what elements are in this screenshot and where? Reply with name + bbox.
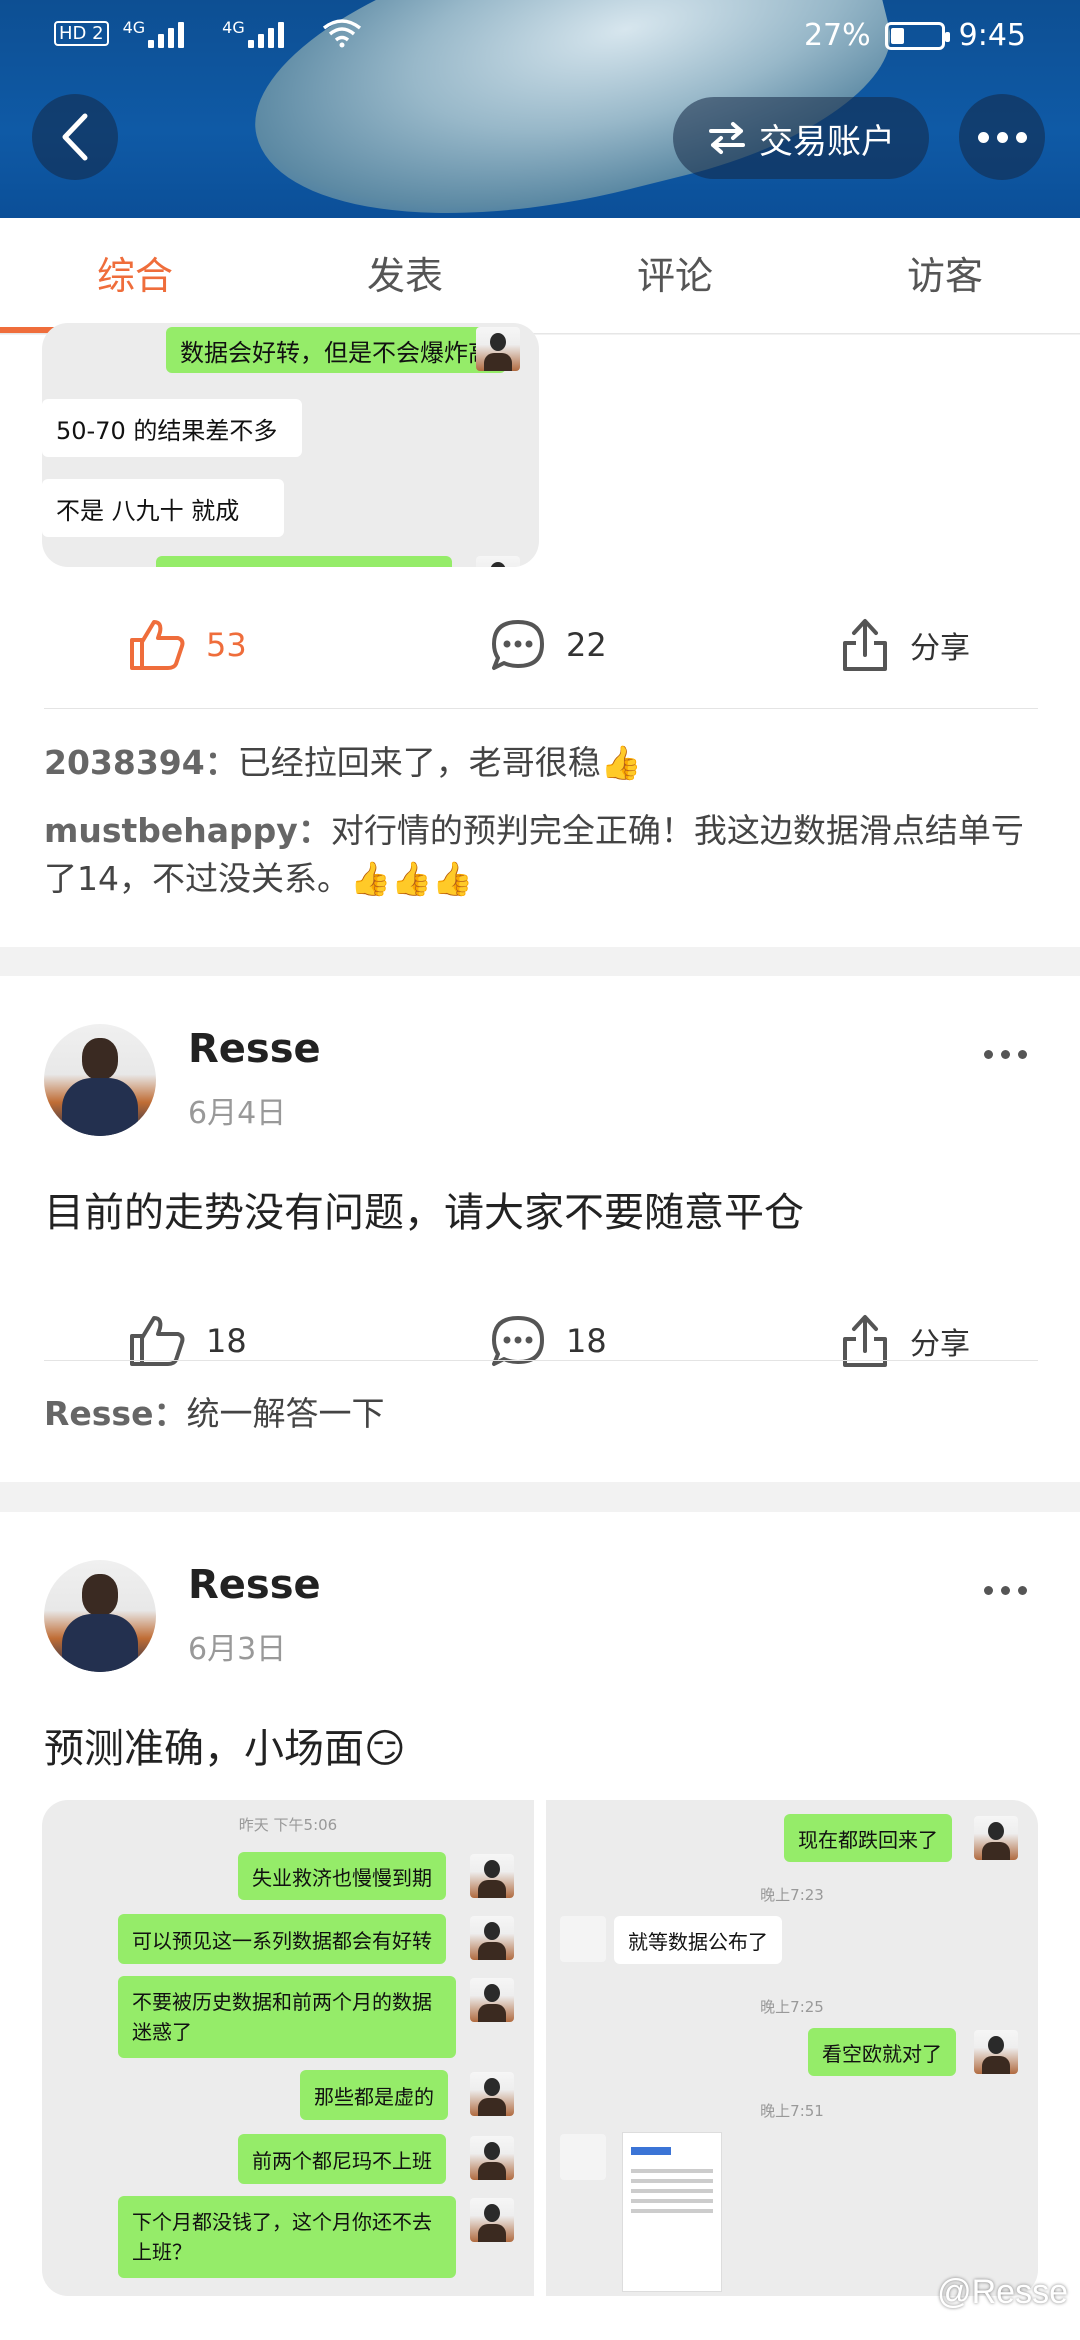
- tab-visitors[interactable]: 访客: [810, 218, 1080, 333]
- post-more-button[interactable]: [984, 1050, 1027, 1059]
- chat-avatar: [470, 1978, 514, 2022]
- chat-bubble: 不是 八九十 就成: [42, 479, 284, 537]
- chat-bubble: [156, 556, 452, 567]
- comment-author: Resse：: [44, 1394, 187, 1433]
- comment-button[interactable]: 22: [490, 600, 607, 690]
- comment-author: mustbehappy：: [44, 811, 331, 850]
- comment-bubble-icon: [492, 620, 544, 670]
- trade-account-label: 交易账户: [759, 121, 895, 162]
- share-icon: [843, 619, 887, 671]
- comment-item[interactable]: Resse：统一解答一下: [44, 1390, 1044, 1438]
- post-image[interactable]: 现在都跌回来了 晚上7:23 就等数据公布了 晚上7:25 看空欧就对了 晚上7…: [546, 1800, 1038, 2296]
- status-bar: HD 2 4G 4G 27% 9:45: [0, 18, 1080, 60]
- post-date: 6月3日: [188, 1632, 287, 1667]
- post-text: 预测准确，小场面😏: [44, 1726, 406, 1772]
- more-options-button[interactable]: [959, 94, 1045, 180]
- weibo-watermark: @Resse: [937, 2273, 1068, 2311]
- divider: [44, 1360, 1038, 1361]
- chat-bubble: 数据会好转，但是不会爆炸高: [166, 327, 506, 373]
- comment-item[interactable]: mustbehappy：对行情的预判完全正确！我这边数据滑点结单亏了14，不过没…: [44, 807, 1044, 903]
- chat-avatar: [470, 2136, 514, 2180]
- post-card: 数据会好转，但是不会爆炸高 50-70 的结果差不多 不是 八九十 就成 53 …: [0, 323, 1080, 947]
- post-actions: 18 18 分享: [0, 1296, 1080, 1386]
- divider: [44, 708, 1038, 709]
- post-actions: 53 22 分享: [0, 600, 1080, 690]
- chat-bubble: 不要被历史数据和前两个月的数据迷惑了: [118, 1976, 456, 2058]
- chat-image-thumbnail: [622, 2132, 722, 2292]
- profile-header: HD 2 4G 4G 27% 9:45 交易账户: [0, 0, 1080, 218]
- trade-account-button[interactable]: 交易账户: [673, 97, 929, 179]
- avatar[interactable]: [44, 1024, 156, 1136]
- tab-comments[interactable]: 评论: [540, 218, 810, 333]
- post-more-button[interactable]: [984, 1586, 1027, 1595]
- comment-count: 22: [566, 626, 607, 664]
- tab-overview[interactable]: 综合: [0, 218, 270, 333]
- chat-bubble: 可以预见这一系列数据都会有好转: [118, 1914, 446, 1964]
- chat-avatar: [560, 1916, 606, 1962]
- comment-button[interactable]: 18: [490, 1296, 607, 1386]
- post-card: Resse 6月4日 目前的走势没有问题，请大家不要随意平仓 18 18 分享: [0, 976, 1080, 1482]
- share-button[interactable]: 分享: [840, 600, 970, 690]
- profile-tabs: 综合 发表 评论 访客: [0, 218, 1080, 334]
- like-count: 53: [206, 626, 247, 664]
- chat-bubble: 失业救济也慢慢到期: [238, 1852, 446, 1900]
- battery-percent: 27%: [803, 18, 871, 53]
- comment-item[interactable]: 2038394：已经拉回来了，老哥很稳👍: [44, 739, 1044, 787]
- chat-bubble: 就等数据公布了: [614, 1916, 782, 1964]
- post-image[interactable]: 数据会好转，但是不会爆炸高 50-70 的结果差不多 不是 八九十 就成: [42, 323, 539, 567]
- comment-text: 已经拉回来了，老哥很稳👍: [237, 743, 642, 782]
- like-button[interactable]: 18: [128, 1296, 247, 1386]
- back-button[interactable]: [32, 94, 118, 180]
- chat-avatar: [560, 2134, 606, 2180]
- comment-author: 2038394：: [44, 743, 238, 782]
- chat-avatar: [974, 1816, 1018, 1860]
- post-author[interactable]: Resse: [188, 1026, 321, 1072]
- wifi-icon: [322, 19, 361, 48]
- chat-bubble: 现在都跌回来了: [784, 1814, 952, 1862]
- chat-timestamp: 昨天 下午5:06: [238, 1816, 338, 1834]
- post-text: 目前的走势没有问题，请大家不要随意平仓: [44, 1190, 804, 1236]
- chat-avatar: [470, 1916, 514, 1960]
- chat-timestamp: 晚上7:51: [760, 2102, 824, 2120]
- chat-avatar: [476, 327, 520, 371]
- chat-avatar: [476, 556, 520, 567]
- chat-bubble: 看空欧就对了: [808, 2028, 956, 2076]
- swap-icon: [709, 122, 745, 154]
- post-image[interactable]: 昨天 下午5:06 失业救济也慢慢到期 可以预见这一系列数据都会有好转 不要被历…: [42, 1800, 534, 2296]
- share-button[interactable]: 分享: [840, 1296, 970, 1386]
- chat-avatar: [470, 1854, 514, 1898]
- avatar[interactable]: [44, 1560, 156, 1672]
- chat-bubble: 下个月都没钱了，这个月你还不去上班？: [118, 2196, 456, 2278]
- chat-bubble: 50-70 的结果差不多: [42, 399, 302, 457]
- chat-avatar: [470, 2198, 514, 2242]
- post-date: 6月4日: [188, 1096, 287, 1131]
- like-count: 18: [206, 1322, 247, 1360]
- hd-indicator: HD 2: [54, 20, 109, 46]
- clock: 9:45: [958, 18, 1026, 53]
- thumbs-up-icon: [130, 620, 185, 670]
- chat-avatar: [470, 2072, 514, 2116]
- like-button[interactable]: 53: [128, 600, 247, 690]
- post-author[interactable]: Resse: [188, 1562, 321, 1608]
- chevron-left-icon: [62, 113, 88, 161]
- share-label: 分享: [910, 1327, 970, 1362]
- chat-timestamp: 晚上7:23: [760, 1886, 824, 1904]
- comment-text: 统一解答一下: [186, 1394, 385, 1433]
- tab-posts[interactable]: 发表: [270, 218, 540, 333]
- chat-bubble: 那些都是虚的: [300, 2070, 448, 2120]
- battery-icon: [884, 21, 950, 50]
- chat-bubble: 前两个都尼玛不上班: [238, 2134, 446, 2184]
- signal-icon-1: 4G: [123, 18, 209, 48]
- signal-icon-2: 4G: [222, 18, 308, 48]
- post-card: Resse 6月3日 预测准确，小场面😏 昨天 下午5:06 失业救济也慢慢到期…: [0, 1512, 1080, 2340]
- comment-count: 18: [566, 1322, 607, 1360]
- share-label: 分享: [910, 631, 970, 666]
- chat-avatar: [974, 2030, 1018, 2074]
- chat-timestamp: 晚上7:25: [760, 1998, 824, 2016]
